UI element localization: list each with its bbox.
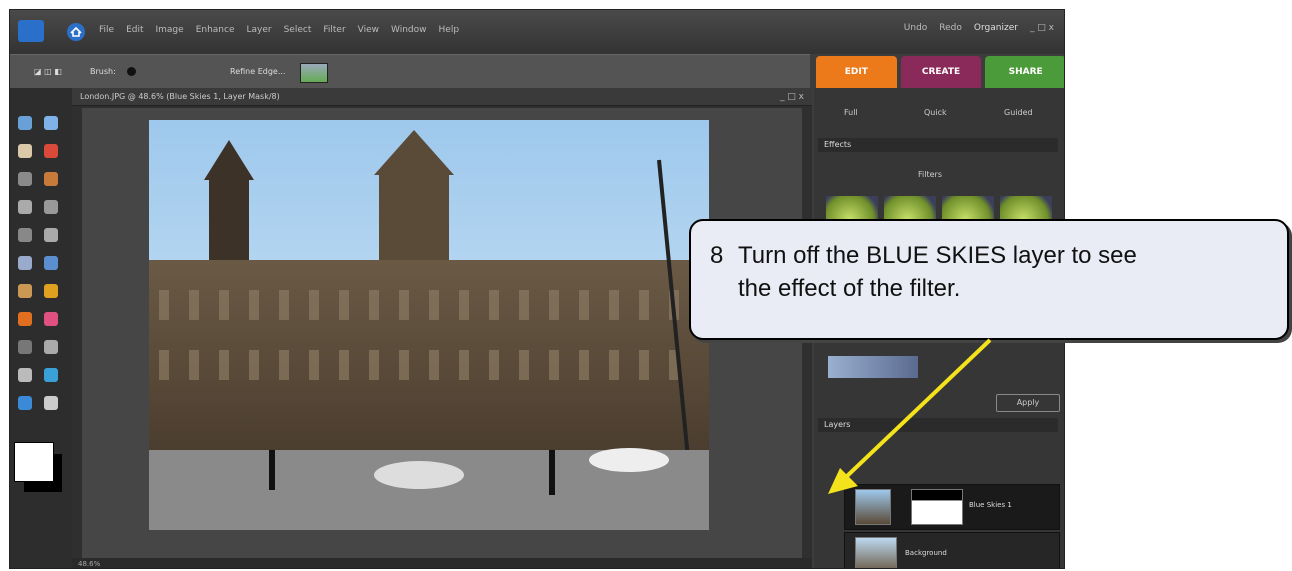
menu-enhance[interactable]: Enhance [195,23,236,37]
smart-brush-icon[interactable] [18,340,32,354]
step-number: 8 [710,242,724,269]
zoom-readout: 48.6% [78,560,101,568]
selection-mode-icons[interactable]: ◪ ◫ ◧ [34,67,62,76]
clone-stamp-icon[interactable] [44,284,58,298]
undo-button[interactable]: Undo [904,23,928,33]
gradient-tool-icon[interactable] [18,368,32,382]
menu-bar: File Edit Image Enhance Layer Select Fil… [10,10,1064,54]
menu-view[interactable]: View [357,23,380,37]
shape-tool-icon[interactable] [44,368,58,382]
blur-tool-icon[interactable] [18,396,32,410]
marquee-tool-icon[interactable] [18,172,32,186]
red-eye-tool-icon[interactable] [44,256,58,270]
edit-mode-quick[interactable]: Quick [924,108,947,117]
status-bar: 48.6% [72,558,812,568]
menu-help[interactable]: Help [438,23,461,37]
layers-panel-header[interactable]: Layers [818,418,1058,432]
cookie-cutter-icon[interactable] [18,256,32,270]
layer-row-blue-skies[interactable]: Blue Skies 1 [844,484,1060,530]
foreground-color-swatch[interactable] [14,442,54,482]
layer-thumbnail [855,489,891,525]
right-menu: Undo Redo Organizer _ □ x [904,23,1054,33]
eyedropper-tool-icon[interactable] [44,144,58,158]
hand-tool-icon[interactable] [18,144,32,158]
document-window-controls[interactable]: _ □ x [780,88,804,106]
apply-button[interactable]: Apply [996,394,1060,412]
organizer-button[interactable]: Organizer [974,23,1018,33]
sponge-tool-icon[interactable] [44,396,58,410]
refine-edge-button[interactable]: Refine Edge... [230,67,285,76]
mode-tabs: EDIT CREATE SHARE [816,56,1064,88]
home-icon[interactable] [66,22,86,42]
paint-bucket-icon[interactable] [44,340,58,354]
redo-button[interactable]: Redo [939,23,962,33]
layer-row-background[interactable]: Background [844,532,1060,568]
healing-brush-icon[interactable] [18,284,32,298]
filter-thumbnail[interactable] [828,356,918,378]
brush-tool-icon[interactable] [44,312,58,326]
menu-window[interactable]: Window [390,23,428,37]
move-tool-icon[interactable] [18,116,32,130]
edit-mode-full[interactable]: Full [844,108,858,117]
main-menu: File Edit Image Enhance Layer Select Fil… [98,23,460,37]
magic-wand-icon[interactable] [18,200,32,214]
lasso-tool-icon[interactable] [44,172,58,186]
app-logo [18,20,44,42]
effects-panel-header[interactable]: Effects [818,138,1058,152]
menu-filter[interactable]: Filter [322,23,346,37]
tab-create[interactable]: CREATE [900,56,982,88]
selection-brush-icon[interactable] [44,200,58,214]
options-thumbnail[interactable] [300,63,328,83]
tool-options-bar: ◪ ◫ ◧ Brush: Refine Edge... [10,54,810,90]
zoom-tool-icon[interactable] [44,116,58,130]
instruction-line-1: Turn off the BLUE SKIES layer to see [738,242,1137,269]
edit-mode-guided[interactable]: Guided [1004,108,1033,117]
toolbox [10,88,72,568]
menu-edit[interactable]: Edit [125,23,144,37]
layer-name: Blue Skies 1 [969,501,1012,509]
menu-layer[interactable]: Layer [246,23,273,37]
visibility-eye-icon[interactable] [824,498,836,510]
menu-file[interactable]: File [98,23,115,37]
document-title-bar: London.JPG @ 48.6% (Blue Skies 1, Layer … [72,88,812,106]
filters-category-label: Filters [918,170,942,179]
brush-picker-icon[interactable] [127,67,136,76]
window-controls[interactable]: _ □ x [1030,23,1054,33]
tab-share[interactable]: SHARE [985,56,1064,88]
menu-image[interactable]: Image [155,23,185,37]
type-tool-icon[interactable] [18,228,32,242]
layer-name: Background [905,549,947,557]
layer-thumbnail [855,537,897,568]
london-photo [149,120,709,530]
brush-label: Brush: [90,67,116,76]
instruction-callout: 8 Turn off the BLUE SKIES layer to see th… [689,219,1289,340]
crop-tool-icon[interactable] [44,228,58,242]
tab-edit[interactable]: EDIT [816,56,897,88]
instruction-line-2: the effect of the filter. [738,275,961,302]
document-title: London.JPG @ 48.6% (Blue Skies 1, Layer … [80,92,280,101]
eraser-tool-icon[interactable] [18,312,32,326]
layer-mask-thumbnail[interactable] [911,489,963,525]
menu-select[interactable]: Select [283,23,313,37]
